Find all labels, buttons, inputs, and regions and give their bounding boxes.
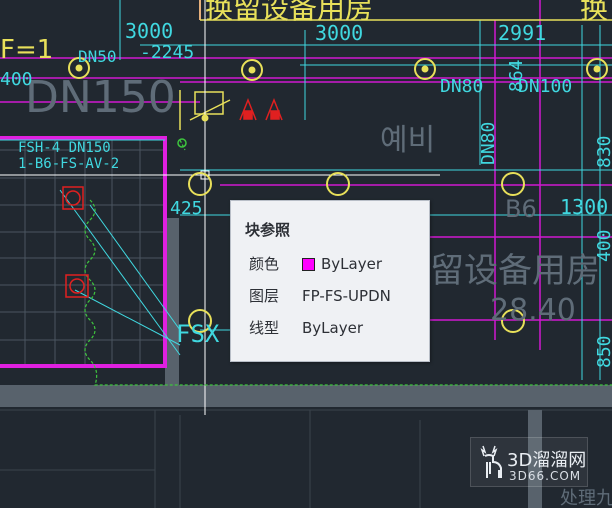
- pipe-dn50-small: DN50: [78, 47, 117, 66]
- label-fsh: FSH-4 DN150: [18, 140, 111, 156]
- pipe-dn80: DN80: [440, 76, 483, 97]
- dim-1300: 1300: [560, 195, 608, 219]
- room-top: 换留设备用房: [205, 0, 373, 25]
- tooltip-value-color-text: ByLayer: [321, 255, 382, 273]
- color-swatch-icon: [302, 258, 315, 271]
- tooltip-value-layer: FP-FS-UPDN: [302, 287, 391, 305]
- dim-850: 850: [594, 335, 612, 368]
- room-number: 28.40: [490, 293, 576, 328]
- dim-830: 830: [594, 135, 612, 168]
- dim-3000-left: 3000: [125, 19, 173, 43]
- tooltip-label-linetype: 线型: [249, 319, 280, 337]
- tooltip-value-color: ByLayer: [302, 253, 382, 275]
- tooltip-title: 块参照: [245, 221, 291, 239]
- gray-left: F=1: [0, 35, 53, 65]
- pipe-dn80-vertical: DN80: [478, 122, 499, 165]
- deer-logo-icon: [480, 445, 502, 478]
- room-bottom-right: 处理九: [560, 488, 612, 508]
- korean-text: 예비: [380, 123, 435, 158]
- block-reference-tooltip: 块参照 颜色 ByLayer 图层 FP-FS-UPDN 线型 ByLayer: [230, 200, 430, 362]
- dim-2991: 2991: [498, 21, 546, 45]
- dim-425: 425: [170, 198, 203, 219]
- tooltip-value-linetype: ByLayer: [302, 319, 363, 337]
- green-valve: [177, 138, 187, 148]
- label-fsx: FSX: [176, 320, 220, 348]
- label-b6-right: B6: [505, 195, 537, 223]
- dim-2245: -2245: [140, 42, 194, 63]
- room-top-right: 换: [580, 0, 608, 25]
- tooltip-label-layer: 图层: [249, 287, 280, 305]
- dim-864: 864: [506, 59, 527, 92]
- watermark-line2: 3D66.COM: [509, 469, 582, 483]
- pipe-dn150-large: DN150: [25, 72, 176, 123]
- site-watermark: 3D溜溜网 3D66.COM: [470, 437, 588, 487]
- dim-400-left: 400: [0, 69, 33, 90]
- label-b6: 1-B6-FS-AV-2: [18, 156, 119, 172]
- tooltip-label-color: 颜色: [249, 255, 280, 273]
- room-mid: 留设备用房: [430, 251, 600, 291]
- cad-viewport[interactable]: 3000 -2245 3000 2991 DN50 DN150 DN80 DN1…: [0, 0, 612, 508]
